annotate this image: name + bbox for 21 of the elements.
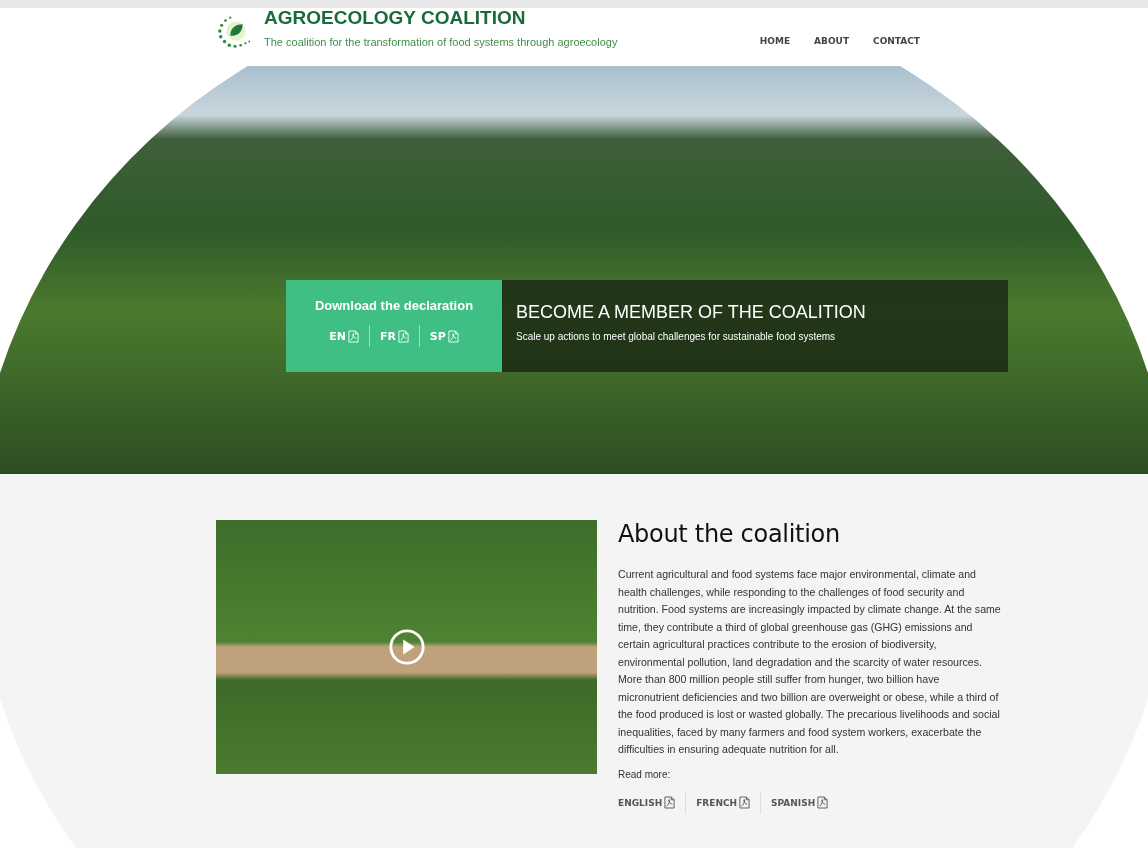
nav-link[interactable]: ABOUT [814,36,850,46]
section-heading: About the coalition [618,520,841,548]
site-tagline: The coalition for the transformation of food systems through agroecology [264,36,618,48]
pdf-file-icon [817,796,829,809]
pdf-file-icon [739,796,751,809]
play-icon[interactable] [387,628,426,666]
pdf-file-icon [347,329,359,343]
download-link[interactable]: FRENCH [696,796,751,809]
download-link[interactable]: SPANISH [771,796,829,809]
read-more-label: Read more: [618,768,672,780]
about-paragraph: Current agricultural and food systems face major environmental, climate and health challenges, while responding to the challenges of food security and nutrition. Food systems are increasingly impacted by climate change. At the same time, they contribute a third of global greenhouse gas (GHG) emissions and certain agricultural practices contribute to the erosion of biodiversity, environmental pollution, land degradation and the scarcity of water resources. More than 800 million people still suffer from hunger, two billion have micronutrient deficiencies and two billion are overweight or obese, while a third of the food produced is lost or wasted globally. The precarious livelihoods and social inequalities, faced by many farmers and food system workers, exacerbate the difficulties in ensuring adequate nutrition for all. [618,567,1002,757]
pdf-file-icon [397,329,409,343]
pdf-file-icon [447,329,459,343]
membership-subtitle: Scale up actions to meet global challenges for sustainable food systems [516,331,837,342]
membership-title[interactable]: BECOME A MEMBER OF THE COALITION [516,302,1008,323]
nav-link[interactable]: CONTACT [873,36,920,46]
nav-link[interactable]: HOME [759,36,791,46]
pdf-file-icon [664,796,676,809]
download-link[interactable]: ENGLISH [618,796,676,809]
site-title: AGROECOLOGY COALITION [264,8,527,28]
declaration-title: Download the declaration [314,298,474,313]
